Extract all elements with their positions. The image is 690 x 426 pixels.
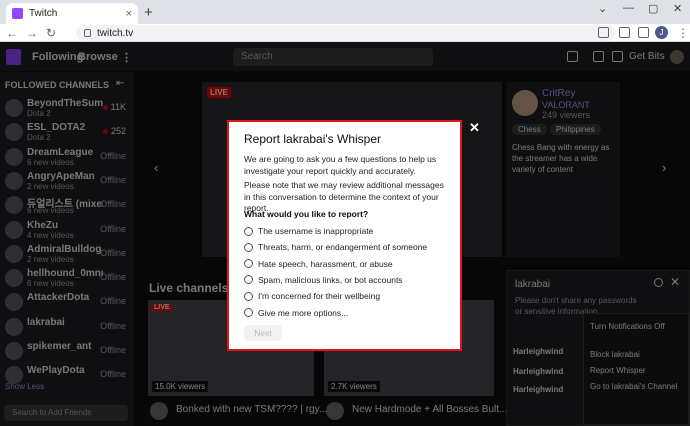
maximize-button[interactable]: ▢ xyxy=(648,2,658,15)
radio-button[interactable] xyxy=(244,308,253,317)
report-option[interactable]: Give me more options... xyxy=(244,307,348,319)
report-option-label: The username is inappropriate xyxy=(258,226,374,236)
radio-button[interactable] xyxy=(244,291,253,301)
report-option-label: Threats, harm, or endangerment of someon… xyxy=(258,242,428,253)
report-option-label: I'm concerned for their wellbeing xyxy=(258,291,381,302)
extensions-icon[interactable] xyxy=(638,27,649,38)
radio-button[interactable] xyxy=(244,275,253,285)
tab-search-icon[interactable]: ⌄ xyxy=(598,2,607,15)
report-question: What would you like to report? xyxy=(244,209,369,219)
report-option-label: Give me more options... xyxy=(258,307,349,318)
back-button[interactable]: ← xyxy=(6,24,18,42)
report-option[interactable]: The username is inappropriate xyxy=(244,225,373,237)
next-button[interactable]: Next xyxy=(244,325,282,341)
lock-icon xyxy=(84,29,91,37)
radio-button[interactable] xyxy=(244,242,253,252)
browser-toolbar: ← → ↻ twitch.tv J ⋮ xyxy=(0,24,690,42)
modal-intro-text: We are going to ask you a few questions … xyxy=(244,154,437,176)
modal-title: Report lakrabai's Whisper xyxy=(244,132,382,146)
tab-title: Twitch xyxy=(29,8,58,19)
twitch-favicon-icon xyxy=(12,8,23,19)
tab-close-icon[interactable]: × xyxy=(126,8,132,20)
url-text: twitch.tv xyxy=(97,27,134,39)
report-option[interactable]: I'm concerned for their wellbeing xyxy=(244,290,380,302)
report-option[interactable]: Threats, harm, or endangerment of someon… xyxy=(244,241,427,253)
new-tab-button[interactable]: + xyxy=(144,4,153,21)
report-option-label: Hate speech, harassment, or abuse xyxy=(258,258,393,269)
report-option[interactable]: Spam, malicious links, or bot accounts xyxy=(244,274,403,286)
profile-avatar[interactable]: J xyxy=(655,26,668,39)
radio-button[interactable] xyxy=(244,259,253,269)
share-icon[interactable] xyxy=(598,27,609,38)
address-bar[interactable]: twitch.tv xyxy=(76,25,616,41)
report-option-label: Spam, malicious links, or bot accounts xyxy=(258,274,403,285)
report-option[interactable]: Hate speech, harassment, or abuse xyxy=(244,258,393,270)
minimize-button[interactable]: — xyxy=(623,2,634,14)
reload-button[interactable]: ↻ xyxy=(46,24,56,42)
bookmark-star-icon[interactable] xyxy=(619,27,630,38)
browser-tab[interactable]: Twitch × xyxy=(6,3,138,24)
browser-tabstrip: Twitch × + ⌄ — ▢ ✕ xyxy=(0,0,690,24)
browser-menu-icon[interactable]: ⋮ xyxy=(677,24,689,42)
report-whisper-modal: Report lakrabai's Whisper We are going t… xyxy=(227,120,462,351)
radio-button[interactable] xyxy=(244,226,253,236)
forward-button[interactable]: → xyxy=(26,24,38,42)
close-window-button[interactable]: ✕ xyxy=(673,2,682,15)
modal-close-button[interactable]: ✕ xyxy=(469,120,480,136)
